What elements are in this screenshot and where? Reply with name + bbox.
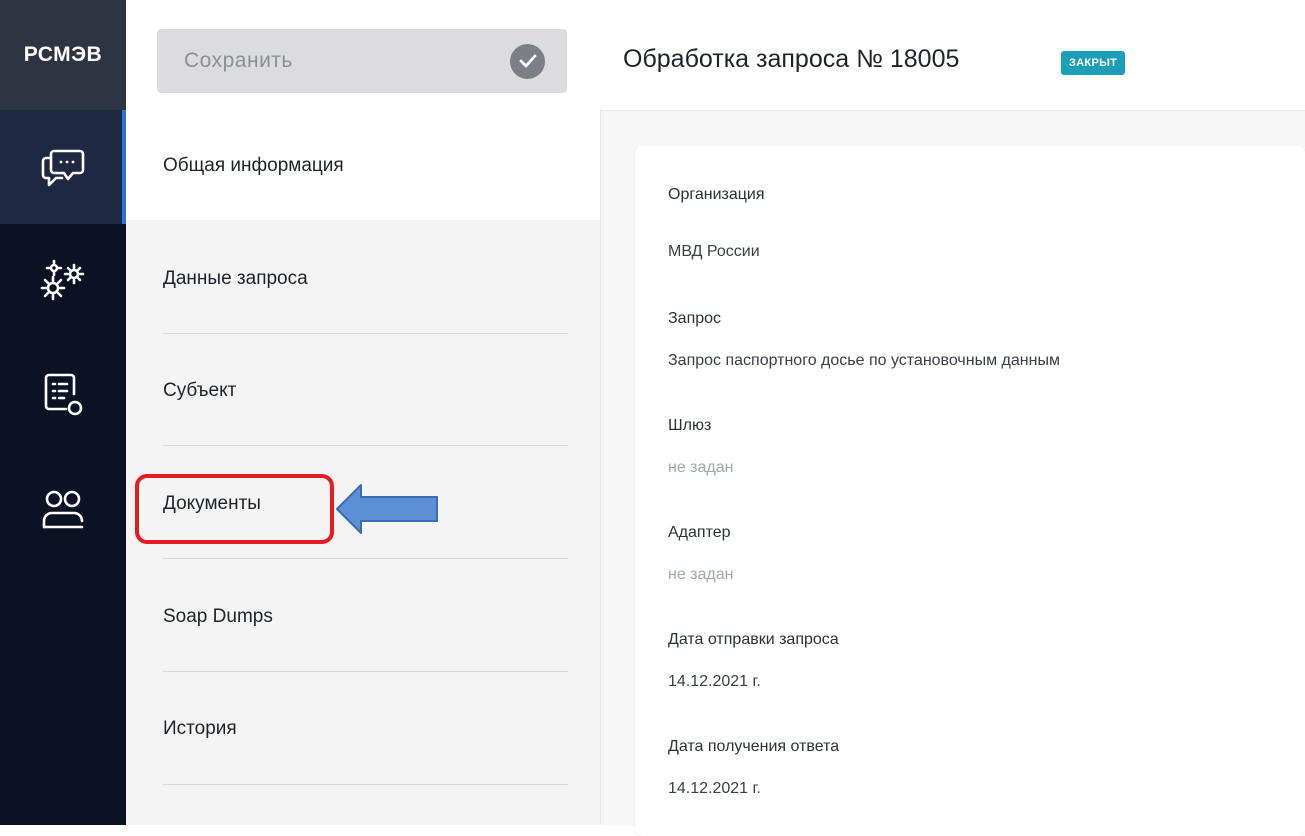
tab-request-data[interactable]: Данные запроса	[126, 224, 600, 334]
gears-icon	[40, 259, 85, 301]
tab-label: Общая информация	[163, 155, 344, 176]
page-header: Сохранить Обработка запроса № 18005 ЗАКР…	[126, 0, 1305, 111]
tab-subject[interactable]: Субъект	[126, 334, 600, 444]
rail-item-requests[interactable]	[0, 110, 126, 224]
field-value: 14.12.2021 г.	[668, 673, 761, 690]
field-label: Запрос	[668, 310, 722, 327]
status-badge: ЗАКРЫТ	[1061, 51, 1126, 75]
content-area: Организация МВД России Запрос Запрос пас…	[601, 111, 1305, 836]
field-value: Запрос паспортного досье по установочным…	[668, 352, 1060, 369]
section-nav: Общая информация Данные запроса Субъект …	[126, 110, 601, 825]
field-label: Организация	[668, 186, 765, 203]
tab-label: Данные запроса	[163, 268, 308, 289]
field-label: Шлюз	[668, 417, 712, 434]
arrow-left-icon	[336, 484, 438, 534]
field-label: Дата получения ответа	[668, 738, 840, 755]
tab-label: Документы	[163, 493, 261, 514]
field-label: Адаптер	[668, 524, 731, 541]
general-info-card: Организация МВД России Запрос Запрос пас…	[635, 146, 1305, 836]
check-circle-icon	[510, 43, 545, 79]
rail-item-users[interactable]	[0, 452, 126, 566]
tab-history[interactable]: История	[126, 672, 600, 782]
chat-icon	[41, 149, 85, 187]
list-search-icon	[44, 373, 83, 416]
users-icon	[42, 490, 84, 529]
tab-general-info[interactable]: Общая информация	[126, 110, 600, 220]
tab-soap-dumps[interactable]: Soap Dumps	[126, 559, 600, 669]
field-label: Дата отправки запроса	[668, 631, 839, 648]
rail-item-settings[interactable]	[0, 224, 126, 338]
app-rail: РСМЭВ	[0, 0, 126, 825]
tab-label: Soap Dumps	[163, 606, 273, 627]
field-value: 14.12.2021 г.	[668, 780, 761, 797]
tab-label: Субъект	[163, 380, 237, 401]
field-value: не задан	[668, 459, 734, 476]
field-value: не задан	[668, 566, 734, 583]
nav-divider	[163, 784, 568, 785]
field-value: МВД России	[668, 243, 760, 260]
save-button-label: Сохранить	[184, 49, 293, 72]
save-button[interactable]: Сохранить	[157, 29, 567, 93]
app-logo[interactable]: РСМЭВ	[0, 0, 126, 110]
page-title: Обработка запроса № 18005	[623, 45, 960, 73]
rail-item-registry[interactable]	[0, 338, 126, 452]
tab-label: История	[163, 718, 237, 739]
